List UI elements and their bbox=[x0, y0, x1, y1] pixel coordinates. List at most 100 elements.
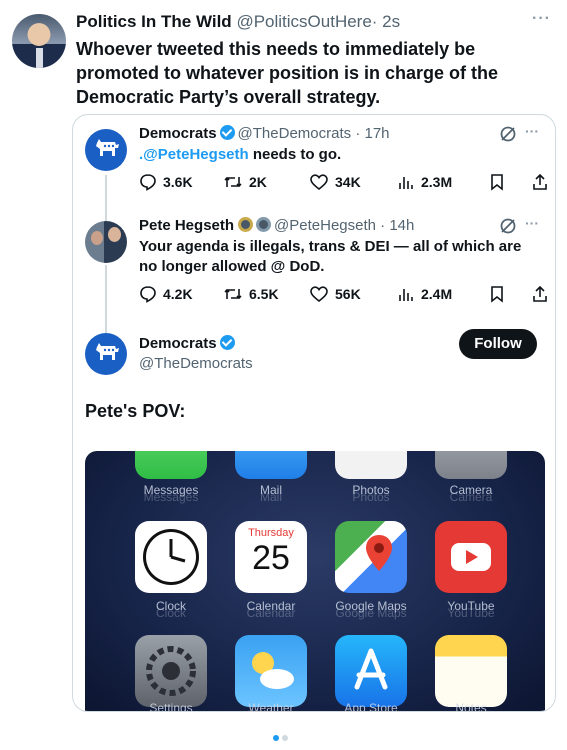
mention-link[interactable]: .@PeteHegseth bbox=[139, 146, 249, 163]
weather-app-icon bbox=[235, 635, 307, 707]
app-label: YouTube bbox=[447, 599, 495, 613]
profile-avatar[interactable] bbox=[12, 14, 66, 68]
display-name[interactable]: Democrats bbox=[139, 125, 217, 142]
reply-icon bbox=[140, 286, 156, 303]
calendar-app-icon: Thursday 25 bbox=[235, 521, 307, 593]
avatar-face bbox=[91, 231, 103, 245]
display-name[interactable]: Democrats bbox=[139, 335, 217, 352]
timestamp[interactable]: · 17h bbox=[355, 125, 389, 142]
views-count: 2.3M bbox=[421, 174, 453, 190]
democrats-avatar[interactable] bbox=[85, 333, 127, 375]
like-button[interactable]: 56K bbox=[309, 285, 361, 303]
views-button[interactable]: 2.3M bbox=[397, 173, 452, 191]
user-handle[interactable]: @TheDemocrats bbox=[139, 355, 253, 372]
bookmark-button[interactable] bbox=[489, 285, 511, 303]
democrats-avatar[interactable] bbox=[85, 129, 127, 171]
verified-badge-icon bbox=[219, 335, 235, 350]
calendar-day-number: 25 bbox=[252, 539, 290, 577]
display-name[interactable]: Pete Hegseth bbox=[139, 217, 234, 234]
repost-count: 6.5K bbox=[249, 286, 279, 302]
bookmark-button[interactable] bbox=[489, 173, 511, 191]
app-label: Camera bbox=[449, 483, 493, 497]
repost-button[interactable]: 2K bbox=[223, 173, 267, 191]
tweet-header: Politics In The Wild @PoliticsOutHere· 2… bbox=[76, 12, 400, 32]
donkey-icon bbox=[96, 139, 119, 156]
reply-count: 3.6K bbox=[163, 174, 193, 190]
grok-icon[interactable] bbox=[499, 217, 517, 235]
reply-button[interactable]: 4.2K bbox=[139, 285, 193, 303]
app-label: Calendar bbox=[246, 599, 296, 613]
user-handle[interactable]: @PoliticsOutHere bbox=[236, 12, 371, 31]
like-count: 56K bbox=[335, 286, 361, 302]
more-options-icon[interactable]: ··· bbox=[532, 10, 551, 28]
app-store-app-icon bbox=[335, 635, 407, 707]
heart-icon bbox=[310, 286, 328, 303]
views-button[interactable]: 2.4M bbox=[397, 285, 452, 303]
tweet-header: Democrats @TheDemocrats · 17h bbox=[139, 125, 390, 142]
like-button[interactable]: 34K bbox=[309, 173, 361, 191]
notes-app-icon bbox=[435, 635, 507, 707]
calendar-day-name: Thursday bbox=[248, 527, 294, 539]
quoted-tweet-card[interactable]: Democrats @TheDemocrats · 17h ··· .@PeteH… bbox=[72, 114, 556, 712]
user-handle[interactable]: @PeteHegseth bbox=[274, 217, 376, 234]
hegseth-avatar[interactable] bbox=[85, 221, 127, 263]
tweet-text-rest: needs to go. bbox=[248, 146, 342, 163]
tweet-header: Pete Hegseth @PeteHegseth · 14h bbox=[139, 217, 414, 234]
more-options-icon[interactable]: ··· bbox=[525, 215, 539, 231]
user-handle[interactable]: @TheDemocrats bbox=[238, 125, 352, 142]
grok-icon[interactable] bbox=[499, 125, 517, 143]
tweet-subheader: @TheDemocrats bbox=[139, 355, 253, 372]
pager-dot[interactable] bbox=[282, 735, 288, 741]
views-icon bbox=[399, 289, 413, 301]
messages-app-icon bbox=[135, 451, 207, 479]
reply-button[interactable]: 3.6K bbox=[139, 173, 193, 191]
camera-app-icon bbox=[435, 451, 507, 479]
carousel-pager bbox=[273, 728, 291, 746]
engagement-bar: 3.6K 2K 34K 2.3M bbox=[139, 173, 551, 193]
app-store-a-icon bbox=[354, 648, 388, 690]
tweet-text: Your agenda is illegals, trans & DEI — a… bbox=[139, 238, 522, 275]
app-label: Settings bbox=[149, 701, 193, 712]
affiliation-badge-icon bbox=[256, 217, 272, 232]
more-options-icon[interactable]: ··· bbox=[525, 123, 539, 139]
bookmark-icon bbox=[491, 174, 503, 191]
app-label: App Store bbox=[344, 701, 398, 712]
avatar-face bbox=[108, 227, 121, 242]
heart-icon bbox=[310, 174, 328, 191]
verified-badge-icon bbox=[219, 125, 235, 140]
engagement-bar: 4.2K 6.5K 56K 2.4M bbox=[139, 285, 551, 305]
app-label: Weather bbox=[248, 701, 294, 712]
app-label: Clock bbox=[155, 599, 186, 613]
pager-dot-active[interactable] bbox=[273, 735, 279, 741]
repost-icon bbox=[224, 288, 242, 300]
share-button[interactable] bbox=[531, 173, 555, 191]
tweet-text: Whoever tweeted this needs to immediatel… bbox=[76, 39, 499, 107]
clock-face-icon bbox=[143, 529, 199, 585]
share-button[interactable] bbox=[531, 285, 555, 303]
follow-button[interactable]: Follow bbox=[459, 329, 537, 359]
repost-icon bbox=[224, 176, 242, 188]
display-name[interactable]: Politics In The Wild bbox=[76, 12, 232, 31]
like-count: 34K bbox=[335, 174, 361, 190]
verified-badge-icon bbox=[238, 217, 254, 232]
gear-icon bbox=[146, 646, 196, 696]
play-icon bbox=[451, 543, 491, 571]
repost-button[interactable]: 6.5K bbox=[223, 285, 279, 303]
google-maps-app-icon bbox=[335, 521, 407, 593]
tweet-text: Pete's POV: bbox=[85, 401, 186, 421]
tweet-image[interactable]: Messages Mail Photos Camera Thursday 25 … bbox=[85, 451, 545, 712]
timestamp[interactable]: · 2s bbox=[372, 12, 400, 31]
share-icon bbox=[533, 173, 547, 190]
reply-icon bbox=[140, 174, 156, 191]
reply-count: 4.2K bbox=[163, 286, 193, 302]
app-label: Google Maps bbox=[335, 599, 407, 613]
views-count: 2.4M bbox=[421, 286, 453, 302]
share-icon bbox=[533, 285, 547, 302]
tweet-header: Democrats bbox=[139, 335, 238, 352]
thread-connector bbox=[105, 265, 107, 333]
timestamp[interactable]: · 14h bbox=[380, 217, 414, 234]
views-icon bbox=[399, 177, 413, 189]
settings-app-icon bbox=[135, 635, 207, 707]
clock-app-icon bbox=[135, 521, 207, 593]
thread-connector bbox=[105, 175, 107, 221]
